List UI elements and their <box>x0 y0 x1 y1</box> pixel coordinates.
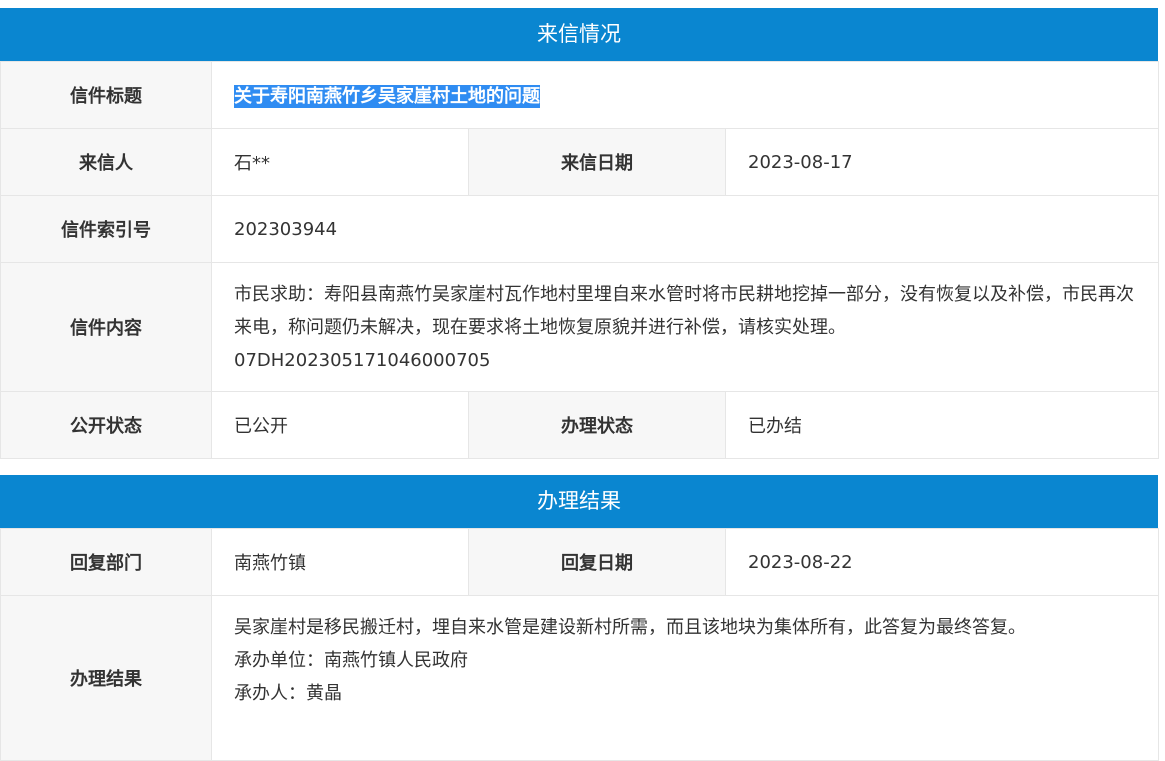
handle-status-label: 办理状态 <box>468 391 726 459</box>
result-section: 办理结果 回复部门 南燕竹镇 回复日期 2023-08-22 办理结果 吴家崖村… <box>0 475 1159 761</box>
letter-date-value: 2023-08-17 <box>725 128 1159 196</box>
public-status-label: 公开状态 <box>0 391 212 459</box>
result-label: 办理结果 <box>0 595 212 761</box>
content-code: 07DH202305171046000705 <box>234 349 491 371</box>
title-label: 信件标题 <box>0 61 212 129</box>
index-row: 信件索引号 202303944 <box>0 195 1159 263</box>
letter-info-section: 来信情况 信件标题 关于寿阳南燕竹乡吴家崖村土地的问题 来信人 石** 来信日期… <box>0 8 1159 459</box>
content-text: 市民求助：寿阳县南燕竹吴家崖村瓦作地村里埋自来水管时将市民耕地挖掉一部分，没有恢… <box>234 283 1134 338</box>
content-label: 信件内容 <box>0 262 212 392</box>
result-cell: 吴家崖村是移民搬迁村，埋自来水管是建设新村所需，而且该地块为集体所有，此答复为最… <box>211 595 1159 761</box>
sender-label: 来信人 <box>0 128 212 196</box>
result-row: 办理结果 吴家崖村是移民搬迁村，埋自来水管是建设新村所需，而且该地块为集体所有，… <box>0 595 1159 761</box>
result-header: 办理结果 <box>0 475 1158 528</box>
letter-date-label: 来信日期 <box>468 128 726 196</box>
public-status-value: 已公开 <box>211 391 469 459</box>
reply-date-value: 2023-08-22 <box>725 528 1159 596</box>
result-handler: 承办人：黄晶 <box>234 683 342 704</box>
status-row: 公开状态 已公开 办理状态 已办结 <box>0 391 1159 459</box>
letter-title[interactable]: 关于寿阳南燕竹乡吴家崖村土地的问题 <box>234 85 540 108</box>
result-unit: 承办单位：南燕竹镇人民政府 <box>234 650 468 671</box>
content-row: 信件内容 市民求助：寿阳县南燕竹吴家崖村瓦作地村里埋自来水管时将市民耕地挖掉一部… <box>0 262 1159 392</box>
index-value: 202303944 <box>211 195 1159 263</box>
content-cell: 市民求助：寿阳县南燕竹吴家崖村瓦作地村里埋自来水管时将市民耕地挖掉一部分，没有恢… <box>211 262 1159 392</box>
sender-row: 来信人 石** 来信日期 2023-08-17 <box>0 128 1159 196</box>
result-table: 回复部门 南燕竹镇 回复日期 2023-08-22 办理结果 吴家崖村是移民搬迁… <box>0 528 1159 761</box>
reply-date-label: 回复日期 <box>468 528 726 596</box>
letter-info-header: 来信情况 <box>0 8 1158 61</box>
reply-row: 回复部门 南燕竹镇 回复日期 2023-08-22 <box>0 528 1159 596</box>
sender-value: 石** <box>211 128 469 196</box>
reply-dept-label: 回复部门 <box>0 528 212 596</box>
index-label: 信件索引号 <box>0 195 212 263</box>
handle-status-value: 已办结 <box>725 391 1159 459</box>
result-text: 吴家崖村是移民搬迁村，埋自来水管是建设新村所需，而且该地块为集体所有，此答复为最… <box>234 617 1026 638</box>
letter-info-table: 信件标题 关于寿阳南燕竹乡吴家崖村土地的问题 来信人 石** 来信日期 2023… <box>0 61 1159 459</box>
title-row: 信件标题 关于寿阳南燕竹乡吴家崖村土地的问题 <box>0 61 1159 129</box>
title-cell: 关于寿阳南燕竹乡吴家崖村土地的问题 <box>211 61 1159 129</box>
reply-dept-value: 南燕竹镇 <box>211 528 469 596</box>
